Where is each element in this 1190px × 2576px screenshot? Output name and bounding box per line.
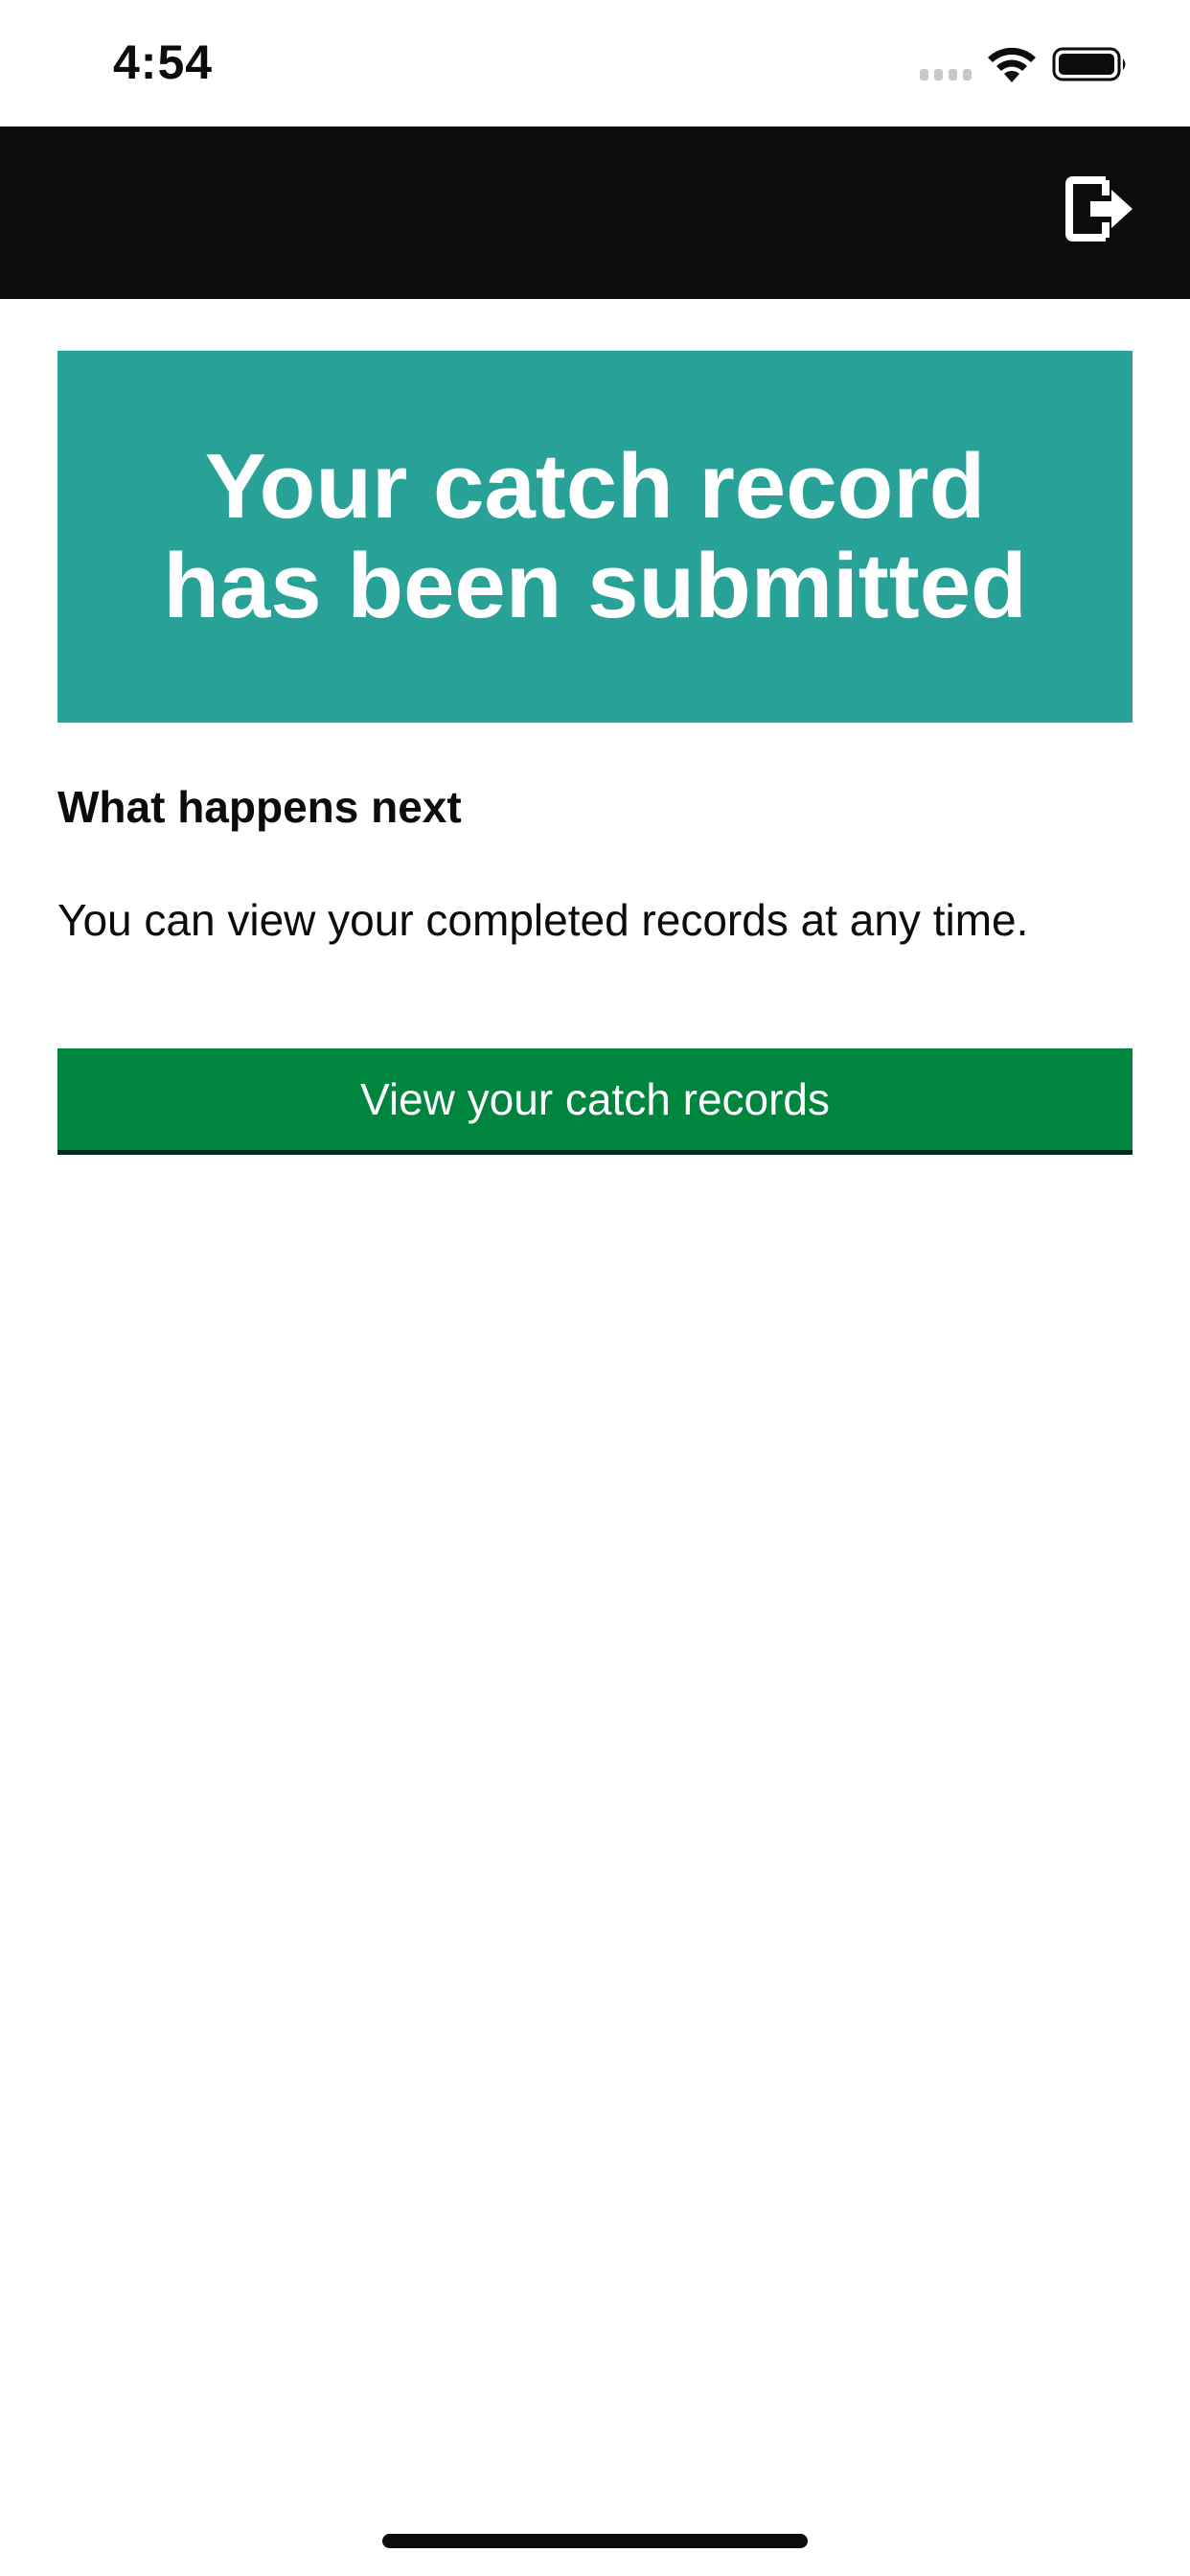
home-indicator[interactable]: [382, 2534, 808, 2548]
next-steps-heading: What happens next: [57, 782, 462, 832]
logout-icon[interactable]: [1058, 169, 1138, 249]
main-content: Your catch record has been submitted Wha…: [57, 351, 1133, 1150]
battery-icon: [1052, 47, 1126, 81]
wifi-icon: [988, 47, 1036, 82]
next-steps-body: You can view your completed records at a…: [57, 895, 1029, 945]
view-catch-records-button[interactable]: View your catch records: [57, 1048, 1133, 1150]
app-header: [0, 126, 1190, 299]
status-bar: 4:54: [0, 0, 1190, 126]
confirmation-title: Your catch record has been submitted: [163, 435, 1027, 637]
cellular-signal-icon: [920, 69, 972, 80]
status-time: 4:54: [113, 35, 214, 89]
confirmation-panel: Your catch record has been submitted: [57, 351, 1133, 723]
